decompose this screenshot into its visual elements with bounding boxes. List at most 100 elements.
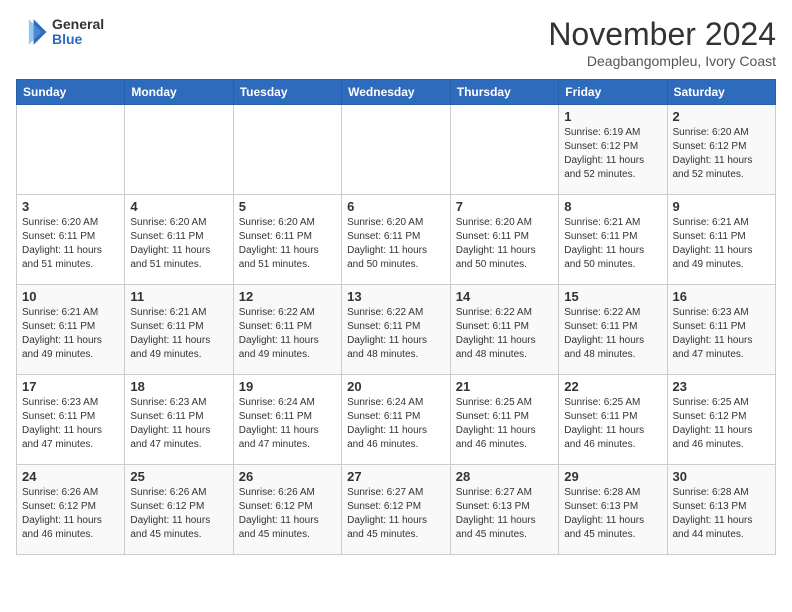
day-number: 19 [239,379,336,394]
day-number: 15 [564,289,661,304]
calendar-cell: 7 Sunrise: 6:20 AM Sunset: 6:11 PM Daylig… [450,195,558,285]
day-of-week-header: Tuesday [233,80,341,105]
day-info: Sunrise: 6:27 AM Sunset: 6:13 PM Dayligh… [456,486,553,542]
day-number: 2 [673,109,771,124]
day-info: Sunrise: 6:22 AM Sunset: 6:11 PM Dayligh… [347,306,445,362]
day-of-week-header: Monday [125,80,233,105]
calendar-cell: 26Sunrise: 6:26 AM Sunset: 6:12 PM Dayli… [233,465,341,555]
calendar-cell: 12Sunrise: 6:22 AM Sunset: 6:11 PM Dayli… [233,285,341,375]
day-number: 14 [456,289,553,304]
day-number: 7 [456,199,553,214]
day-info: Sunrise: 6:23 AM Sunset: 6:11 PM Dayligh… [130,396,227,452]
day-number: 10 [22,289,119,304]
calendar-cell: 18 Sunrise: 6:23 AM Sunset: 6:11 PM Dayli… [125,375,233,465]
calendar-body: 1Sunrise: 6:19 AM Sunset: 6:12 PM Daylig… [17,105,776,555]
day-number: 25 [130,469,227,484]
day-info: Sunrise: 6:28 AM Sunset: 6:13 PM Dayligh… [673,486,771,542]
calendar-cell: 5 Sunrise: 6:20 AM Sunset: 6:11 PM Daylig… [233,195,341,285]
calendar-cell: 6Sunrise: 6:20 AM Sunset: 6:11 PM Daylig… [342,195,451,285]
calendar-week-row: 10 Sunrise: 6:21 AM Sunset: 6:11 PM Dayli… [17,285,776,375]
calendar-cell: 15 Sunrise: 6:22 AM Sunset: 6:11 PM Dayli… [559,285,667,375]
calendar-cell: 17 Sunrise: 6:23 AM Sunset: 6:11 PM Dayli… [17,375,125,465]
calendar-cell [342,105,451,195]
calendar-cell: 1Sunrise: 6:19 AM Sunset: 6:12 PM Daylig… [559,105,667,195]
day-number: 18 [130,379,227,394]
calendar-week-row: 1Sunrise: 6:19 AM Sunset: 6:12 PM Daylig… [17,105,776,195]
day-number: 16 [673,289,771,304]
calendar-cell: 2 Sunrise: 6:20 AM Sunset: 6:12 PM Daylig… [667,105,776,195]
day-number: 23 [673,379,771,394]
day-number: 20 [347,379,445,394]
calendar-cell [17,105,125,195]
calendar-cell: 8 Sunrise: 6:21 AM Sunset: 6:11 PM Daylig… [559,195,667,285]
day-info: Sunrise: 6:20 AM Sunset: 6:11 PM Dayligh… [239,216,336,272]
calendar-week-row: 24 Sunrise: 6:26 AM Sunset: 6:12 PM Dayli… [17,465,776,555]
day-info: Sunrise: 6:24 AM Sunset: 6:11 PM Dayligh… [239,396,336,452]
day-info: Sunrise: 6:20 AM Sunset: 6:12 PM Dayligh… [673,126,771,182]
calendar-cell: 23 Sunrise: 6:25 AM Sunset: 6:12 PM Dayli… [667,375,776,465]
day-info: Sunrise: 6:22 AM Sunset: 6:11 PM Dayligh… [456,306,553,362]
calendar-week-row: 17 Sunrise: 6:23 AM Sunset: 6:11 PM Dayli… [17,375,776,465]
day-number: 28 [456,469,553,484]
day-number: 5 [239,199,336,214]
day-number: 11 [130,289,227,304]
day-number: 21 [456,379,553,394]
calendar-cell: 22Sunrise: 6:25 AM Sunset: 6:11 PM Dayli… [559,375,667,465]
calendar-cell: 4Sunrise: 6:20 AM Sunset: 6:11 PM Daylig… [125,195,233,285]
day-number: 24 [22,469,119,484]
days-of-week-row: SundayMondayTuesdayWednesdayThursdayFrid… [17,80,776,105]
month-title: November 2024 [548,16,776,53]
calendar-header: SundayMondayTuesdayWednesdayThursdayFrid… [17,80,776,105]
day-info: Sunrise: 6:21 AM Sunset: 6:11 PM Dayligh… [22,306,119,362]
calendar-cell: 3 Sunrise: 6:20 AM Sunset: 6:11 PM Daylig… [17,195,125,285]
calendar-cell: 25 Sunrise: 6:26 AM Sunset: 6:12 PM Dayli… [125,465,233,555]
day-of-week-header: Saturday [667,80,776,105]
day-number: 8 [564,199,661,214]
day-number: 17 [22,379,119,394]
logo-icon [16,16,48,48]
calendar-cell: 21Sunrise: 6:25 AM Sunset: 6:11 PM Dayli… [450,375,558,465]
day-info: Sunrise: 6:20 AM Sunset: 6:11 PM Dayligh… [130,216,227,272]
day-info: Sunrise: 6:19 AM Sunset: 6:12 PM Dayligh… [564,126,661,182]
day-info: Sunrise: 6:23 AM Sunset: 6:11 PM Dayligh… [673,306,771,362]
day-info: Sunrise: 6:21 AM Sunset: 6:11 PM Dayligh… [673,216,771,272]
calendar-table: SundayMondayTuesdayWednesdayThursdayFrid… [16,79,776,555]
day-info: Sunrise: 6:26 AM Sunset: 6:12 PM Dayligh… [130,486,227,542]
day-number: 30 [673,469,771,484]
day-number: 29 [564,469,661,484]
day-info: Sunrise: 6:22 AM Sunset: 6:11 PM Dayligh… [564,306,661,362]
day-of-week-header: Thursday [450,80,558,105]
day-number: 27 [347,469,445,484]
calendar-cell: 16 Sunrise: 6:23 AM Sunset: 6:11 PM Dayli… [667,285,776,375]
day-info: Sunrise: 6:26 AM Sunset: 6:12 PM Dayligh… [22,486,119,542]
day-number: 6 [347,199,445,214]
calendar-cell [233,105,341,195]
calendar-cell: 13 Sunrise: 6:22 AM Sunset: 6:11 PM Dayli… [342,285,451,375]
day-number: 3 [22,199,119,214]
calendar-cell: 28 Sunrise: 6:27 AM Sunset: 6:13 PM Dayli… [450,465,558,555]
calendar-week-row: 3 Sunrise: 6:20 AM Sunset: 6:11 PM Daylig… [17,195,776,285]
logo-text: General Blue [52,17,104,48]
day-info: Sunrise: 6:21 AM Sunset: 6:11 PM Dayligh… [564,216,661,272]
day-info: Sunrise: 6:26 AM Sunset: 6:12 PM Dayligh… [239,486,336,542]
calendar-cell: 11 Sunrise: 6:21 AM Sunset: 6:11 PM Dayli… [125,285,233,375]
calendar-cell [450,105,558,195]
title-block: November 2024 Deagbangompleu, Ivory Coas… [548,16,776,69]
day-info: Sunrise: 6:24 AM Sunset: 6:11 PM Dayligh… [347,396,445,452]
day-info: Sunrise: 6:27 AM Sunset: 6:12 PM Dayligh… [347,486,445,542]
day-info: Sunrise: 6:25 AM Sunset: 6:12 PM Dayligh… [673,396,771,452]
day-info: Sunrise: 6:21 AM Sunset: 6:11 PM Dayligh… [130,306,227,362]
calendar-cell: 10 Sunrise: 6:21 AM Sunset: 6:11 PM Dayli… [17,285,125,375]
calendar-cell: 27 Sunrise: 6:27 AM Sunset: 6:12 PM Dayli… [342,465,451,555]
day-number: 9 [673,199,771,214]
day-number: 13 [347,289,445,304]
day-info: Sunrise: 6:28 AM Sunset: 6:13 PM Dayligh… [564,486,661,542]
day-info: Sunrise: 6:20 AM Sunset: 6:11 PM Dayligh… [22,216,119,272]
day-of-week-header: Friday [559,80,667,105]
day-info: Sunrise: 6:20 AM Sunset: 6:11 PM Dayligh… [456,216,553,272]
logo: General Blue [16,16,104,48]
day-info: Sunrise: 6:23 AM Sunset: 6:11 PM Dayligh… [22,396,119,452]
page-header: General Blue November 2024 Deagbangomple… [16,16,776,69]
day-number: 22 [564,379,661,394]
calendar-cell: 14 Sunrise: 6:22 AM Sunset: 6:11 PM Dayli… [450,285,558,375]
